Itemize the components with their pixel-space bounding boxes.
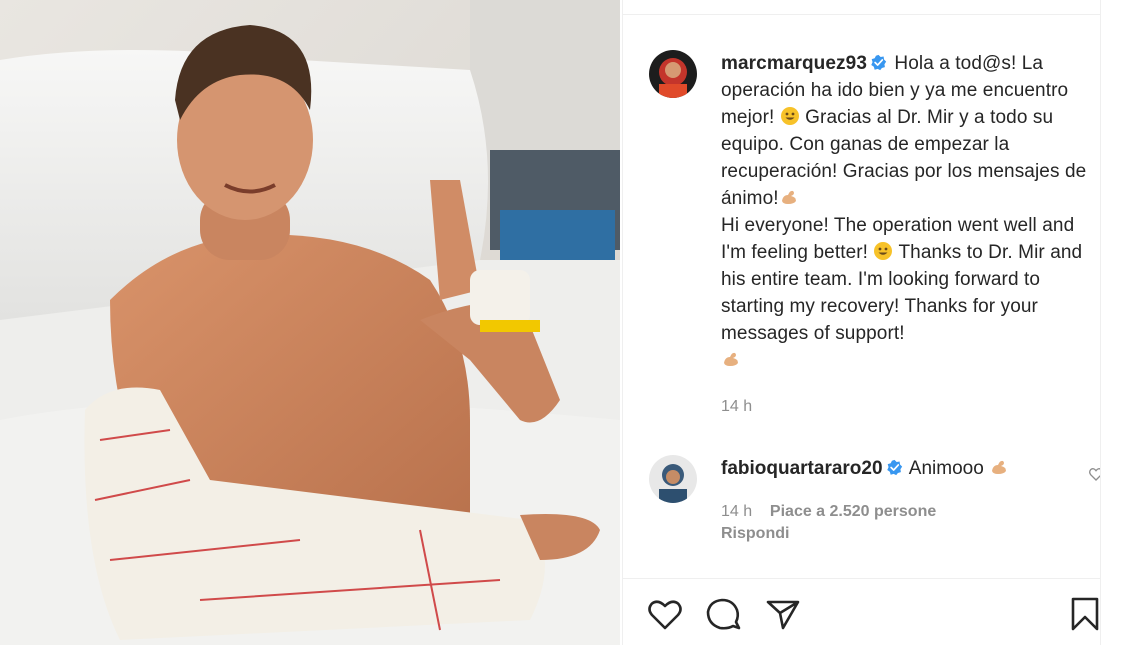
top-divider (623, 14, 1101, 15)
post-caption: marcmarquez93 Hola a tod@s! La operación… (721, 50, 1101, 374)
smile-emoji-icon (780, 107, 799, 125)
share-button[interactable] (763, 594, 803, 634)
smile-emoji-icon (874, 242, 893, 260)
comment-text: Animooo (908, 458, 990, 479)
commenter-avatar[interactable] (649, 455, 697, 503)
caption-spanish: Hola a tod@s! La operación ha ido bien y… (721, 53, 1086, 209)
comment-time[interactable]: 14 h (721, 503, 752, 520)
comment-button[interactable] (703, 594, 743, 634)
right-edge-panel (1100, 0, 1146, 645)
save-icon (1071, 597, 1099, 631)
verified-icon (886, 459, 902, 476)
like-button[interactable] (645, 594, 685, 634)
comment: fabioquartararo20 Animooo (721, 455, 1009, 482)
author-avatar[interactable] (649, 50, 697, 98)
comment-icon (706, 598, 741, 630)
flexed-biceps-emoji-icon (781, 190, 796, 204)
comment-likes[interactable]: Piace a 2.520 persone (770, 503, 936, 520)
save-button[interactable] (1065, 594, 1105, 634)
post-timestamp[interactable]: 14 h (721, 398, 752, 416)
share-icon (766, 600, 800, 630)
actions-divider (623, 578, 1101, 579)
verified-icon (871, 54, 887, 71)
flexed-biceps-emoji-icon (724, 352, 738, 366)
flexed-biceps-emoji-icon (992, 460, 1007, 474)
post-photo (0, 0, 620, 645)
post-panel: marcmarquez93 Hola a tod@s! La operación… (622, 0, 1103, 645)
like-icon (648, 600, 682, 630)
reply-link[interactable]: Rispondi (721, 525, 789, 543)
commenter-username[interactable]: fabioquartararo20 (721, 458, 883, 479)
author-username[interactable]: marcmarquez93 (721, 53, 867, 74)
comment-meta: 14 h Piace a 2.520 persone (721, 503, 936, 521)
